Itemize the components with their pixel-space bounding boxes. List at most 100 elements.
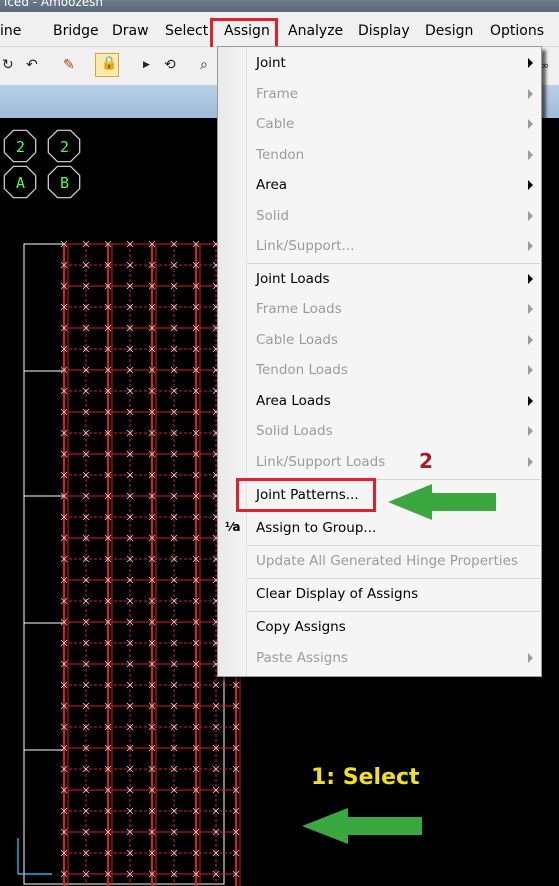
- joint-marker: [82, 807, 90, 815]
- joint-marker: [82, 471, 90, 479]
- play-icon[interactable]: ▶: [143, 60, 150, 70]
- menu-item-label: Area Loads: [256, 393, 331, 409]
- submenu-arrow-icon: [528, 58, 533, 68]
- submenu-arrow-icon: [528, 180, 533, 190]
- joint-marker: [82, 597, 90, 605]
- arrow-left-icon: [302, 808, 422, 844]
- menu-item-label: Joint: [256, 55, 286, 71]
- zoom-icon[interactable]: ⌕: [200, 57, 208, 73]
- submenu-arrow-icon: [528, 426, 533, 436]
- window-title: iced - Amoozesh: [4, 0, 104, 9]
- menu-item-joint-loads[interactable]: Joint Loads: [218, 265, 541, 295]
- menu-item-tendon-loads[interactable]: Tendon Loads: [218, 356, 541, 386]
- submenu-arrow-icon: [528, 274, 533, 284]
- grid-bubble-label: 2: [16, 138, 25, 156]
- step-2-label: 2: [419, 449, 433, 473]
- menu-item-label: Tendon: [256, 147, 305, 163]
- grid-bubble-label: 2: [60, 138, 69, 156]
- assign-dropdown-menu: Joint Frame Cable Tendon Area Solid Link…: [217, 46, 542, 677]
- joint-marker: [82, 387, 90, 395]
- menu-select[interactable]: Select: [165, 23, 208, 39]
- joint-marker: [212, 807, 220, 815]
- pencil-icon[interactable]: ✎: [63, 57, 75, 73]
- menu-item-cable[interactable]: Cable: [218, 110, 541, 140]
- menu-item-update-hinge-properties[interactable]: Update All Generated Hinge Properties: [218, 547, 541, 577]
- menu-display[interactable]: Display: [358, 23, 410, 39]
- submenu-arrow-icon: [528, 457, 533, 467]
- menu-bridge[interactable]: Bridge: [53, 23, 99, 39]
- undo-icon[interactable]: ↶: [26, 57, 38, 73]
- submenu-arrow-icon: [528, 396, 533, 406]
- menu-item-label: Cable Loads: [256, 332, 339, 348]
- menu-item-label: Solid: [256, 208, 289, 224]
- menu-item-joint[interactable]: Joint: [218, 49, 541, 79]
- menu-item-solid-loads[interactable]: Solid Loads: [218, 417, 541, 447]
- joint-marker: [126, 807, 134, 815]
- menu-item-label: Frame: [256, 86, 299, 102]
- menu-item-label: Paste Assigns: [256, 650, 348, 666]
- menu-item-copy-assigns[interactable]: Copy Assigns: [218, 613, 541, 643]
- menu-item-solid[interactable]: Solid: [218, 202, 541, 232]
- menu-item-clear-display-of-assigns[interactable]: Clear Display of Assigns: [218, 580, 541, 610]
- menu-item-area-loads[interactable]: Area Loads: [218, 387, 541, 417]
- submenu-arrow-icon: [528, 119, 533, 129]
- joint-marker: [82, 261, 90, 269]
- lock-icon: 🔒: [101, 56, 118, 71]
- grid-bubble-label: B: [60, 174, 69, 192]
- menu-analyze[interactable]: Analyze: [288, 23, 343, 39]
- menu-bar: ine Bridge Draw Select Assign Analyze Di…: [0, 12, 559, 47]
- step-1-label: 1: Select: [311, 765, 420, 790]
- menu-define[interactable]: ine: [0, 23, 21, 39]
- group-icon: ⅟a: [225, 520, 241, 534]
- menu-separator: [247, 611, 540, 612]
- menu-draw[interactable]: Draw: [112, 23, 149, 39]
- joint-marker: [126, 681, 134, 689]
- submenu-arrow-icon: [528, 304, 533, 314]
- submenu-arrow-icon: [528, 89, 533, 99]
- menu-item-label: Clear Display of Assigns: [256, 586, 419, 602]
- menu-item-frame-loads[interactable]: Frame Loads: [218, 295, 541, 325]
- menu-item-label: Assign to Group...: [256, 520, 377, 536]
- joint-marker: [212, 681, 220, 689]
- menu-item-label: Cable: [256, 116, 295, 132]
- menu-item-cable-loads[interactable]: Cable Loads: [218, 326, 541, 356]
- menu-item-label: Update All Generated Hinge Properties: [256, 553, 518, 569]
- joint-marker: [82, 681, 90, 689]
- joint-marker: [126, 261, 134, 269]
- menu-item-label: Copy Assigns: [256, 619, 346, 635]
- menu-item-label: Link/Support...: [256, 238, 355, 254]
- axis-icon: [17, 838, 52, 875]
- menu-item-link-support-loads[interactable]: Link/Support Loads: [218, 448, 541, 478]
- menu-item-paste-assigns[interactable]: Paste Assigns: [218, 644, 541, 674]
- submenu-arrow-icon: [528, 365, 533, 375]
- joint-patterns-highlight: [236, 478, 376, 512]
- rotate-view-icon[interactable]: ⟲: [164, 57, 176, 73]
- menu-item-frame[interactable]: Frame: [218, 80, 541, 110]
- menu-separator: [247, 263, 540, 264]
- menu-item-label: Solid Loads: [256, 423, 333, 439]
- title-bar: iced - Amoozesh: [0, 0, 559, 12]
- redo-icon[interactable]: ↻: [2, 57, 14, 73]
- menu-options[interactable]: Options: [490, 23, 544, 39]
- menu-item-label: Area: [256, 177, 288, 193]
- submenu-arrow-icon: [528, 211, 533, 221]
- joint-marker: [126, 471, 134, 479]
- menu-item-label: Joint Loads: [256, 271, 330, 287]
- menu-item-area[interactable]: Area: [218, 171, 541, 201]
- arrow-left-icon: [388, 484, 496, 520]
- menu-item-tendon[interactable]: Tendon: [218, 141, 541, 171]
- joint-marker: [126, 387, 134, 395]
- menu-item-label: Tendon Loads: [256, 362, 348, 378]
- submenu-arrow-icon: [528, 653, 533, 663]
- menu-separator: [247, 578, 540, 579]
- menu-item-link-support[interactable]: Link/Support...: [218, 232, 541, 262]
- menu-item-label: Frame Loads: [256, 301, 342, 317]
- lock-button[interactable]: 🔒: [95, 53, 119, 77]
- grid-bubble-label: A: [16, 174, 25, 192]
- menu-design[interactable]: Design: [425, 23, 473, 39]
- submenu-arrow-icon: [528, 150, 533, 160]
- joint-marker: [126, 597, 134, 605]
- menu-separator: [247, 545, 540, 546]
- submenu-arrow-icon: [528, 241, 533, 251]
- submenu-arrow-icon: [528, 335, 533, 345]
